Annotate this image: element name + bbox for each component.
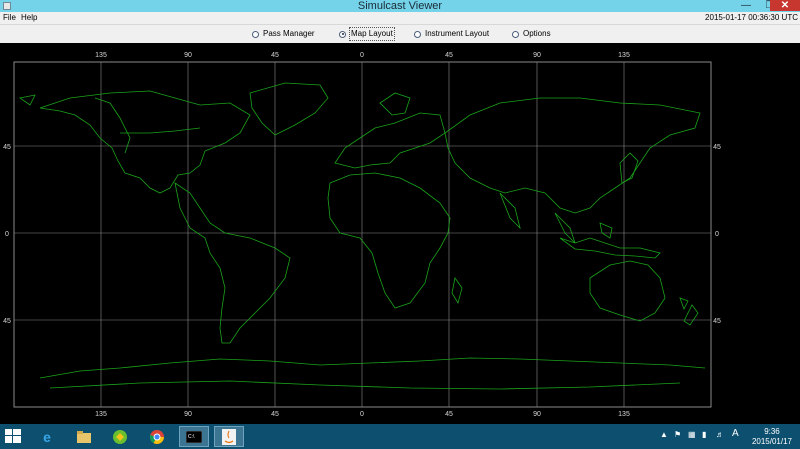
lat-label-right: 45 [713,144,721,151]
radio-icon [512,30,519,38]
lon-label-top: 45 [445,52,453,59]
lon-label-bottom: 45 [271,411,279,418]
app-sync-icon[interactable] [105,426,135,447]
lon-label-top: 135 [95,52,107,59]
lon-label-bottom: 90 [533,411,541,418]
tab-map-layout[interactable]: Map Layout [339,27,395,41]
view-selector: Pass Manager Map Layout Instrument Layou… [0,25,800,43]
menu-help[interactable]: Help [21,12,37,24]
tray-ime-indicator[interactable]: A [732,428,739,439]
window-title: Simulcast Viewer [357,0,443,12]
tray-flag-icon[interactable]: ⚑ [674,430,681,439]
world-map[interactable]: 135 90 45 0 45 90 135 135 90 45 0 45 90 … [0,43,800,424]
taskbar: e C:\ ▲ ⚑ ▦ ▮ ♬ A 9:36 2015/01/17 [0,424,800,449]
java-icon[interactable] [214,426,244,447]
coastlines [19,82,706,390]
map-canvas: 135 90 45 0 45 90 135 135 90 45 0 45 90 … [3,52,721,418]
tab-label: Map Layout [349,27,395,41]
lon-label-bottom: 135 [95,411,107,418]
title-bar: Simulcast Viewer — ❐ ✕ [0,0,800,12]
lon-label-bottom: 0 [360,411,364,418]
tab-label: Pass Manager [263,29,315,38]
lat-label-left: 0 [5,231,9,238]
tab-options[interactable]: Options [512,28,551,40]
minimize-button[interactable]: — [734,0,758,11]
lat-label-right: 0 [715,231,719,238]
lon-label-bottom: 135 [618,411,630,418]
lon-label-top: 135 [618,52,630,59]
taskbar-date: 2015/01/17 [751,437,792,446]
chrome-icon[interactable] [142,426,172,447]
tray-arrow-icon[interactable]: ▲ [660,430,668,439]
tray-volume-icon[interactable]: ♬ [716,430,724,439]
menu-file[interactable]: File [3,12,16,24]
tab-instrument-layout[interactable]: Instrument Layout [414,28,489,40]
lat-label-right: 45 [713,318,721,325]
tab-label: Instrument Layout [425,29,490,38]
tray-signal-icon[interactable]: ▮ [702,430,706,439]
lon-label-bottom: 45 [445,411,453,418]
lon-label-bottom: 90 [184,411,192,418]
taskbar-time: 9:36 [764,427,780,436]
lon-label-top: 90 [533,52,541,59]
map-border [13,61,712,408]
taskbar-clock[interactable]: 9:36 2015/01/17 [752,427,792,447]
radio-icon [414,30,421,38]
svg-text:C:\: C:\ [188,434,195,440]
close-button[interactable]: ✕ [770,0,800,11]
lat-label-left: 45 [3,144,11,151]
graticule [14,62,711,407]
tab-label: Options [523,29,551,38]
radio-selected-icon [339,30,346,38]
menu-bar: File Help 2015-01-17 00:36:30 UTC [0,12,800,25]
tab-pass-manager[interactable]: Pass Manager [252,28,315,40]
lon-label-top: 90 [184,52,192,59]
radio-icon [252,30,259,38]
windows-start-icon[interactable] [5,429,21,443]
utc-clock: 2015-01-17 00:36:30 UTC [705,13,798,22]
lon-label-top: 45 [271,52,279,59]
tray-network-icon[interactable]: ▦ [688,430,696,439]
lat-label-left: 45 [3,318,11,325]
internet-explorer-icon[interactable]: e [32,426,62,447]
svg-text:e: e [43,429,51,445]
lon-label-top: 0 [360,52,364,59]
command-prompt-icon[interactable]: C:\ [179,426,209,447]
file-explorer-icon[interactable] [69,426,99,447]
